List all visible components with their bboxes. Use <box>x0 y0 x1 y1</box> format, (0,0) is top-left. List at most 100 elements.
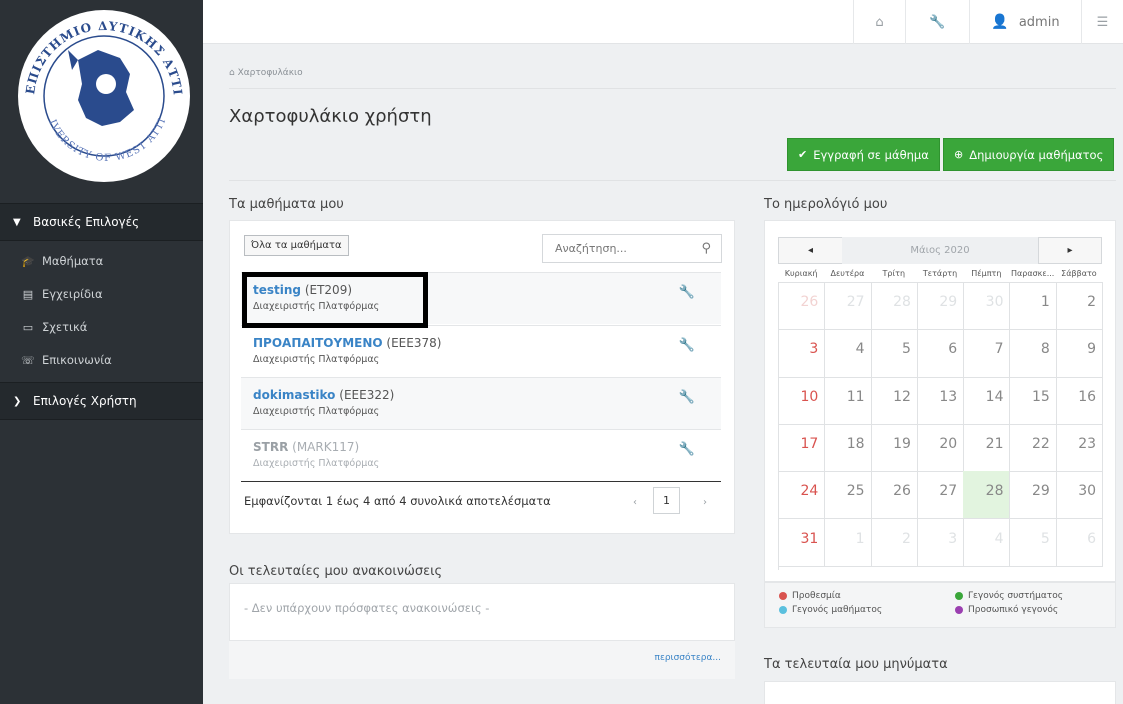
calendar-day-cell[interactable]: 19 <box>870 423 918 473</box>
weekday-label: Σάββατο <box>1061 269 1097 278</box>
graduation-cap-icon: 🎓 <box>21 254 35 268</box>
calendar-day-cell[interactable]: 30 <box>963 282 1011 331</box>
calendar-next-button[interactable]: ▸ <box>1038 237 1102 264</box>
calendar-day-cell[interactable]: 17 <box>778 423 826 473</box>
sidebar-item-manuals[interactable]: ▤ Εγχειρίδια <box>0 278 203 310</box>
user-menu[interactable]: 👤 admin <box>969 0 1081 44</box>
weekday-label: Πέμπτη <box>971 269 1002 278</box>
calendar-day-cell[interactable]: 25 <box>824 471 872 520</box>
all-courses-button[interactable]: Όλα τα μαθήματα <box>244 235 349 256</box>
results-info: Εμφανίζονται 1 έως 4 από 4 συνολικά αποτ… <box>244 494 551 508</box>
wrench-icon[interactable]: 🔧 <box>679 338 695 353</box>
wrench-icon: 🔧 <box>929 14 946 30</box>
calendar-day-cell[interactable]: 27 <box>824 282 872 331</box>
calendar-day-cell[interactable]: 3 <box>778 329 826 378</box>
sidebar: ΠΑΝΕΠΙΣΤΗΜΙΟ ΔΥΤΙΚΗΣ ΑΤΤΙΚΗΣ UNIVERSITY … <box>0 0 203 704</box>
calendar-day-cell[interactable]: 14 <box>963 376 1011 425</box>
calendar-day-cell[interactable]: 16 <box>1055 376 1104 425</box>
sidebar-item-courses[interactable]: 🎓 Μαθήματα <box>0 245 203 277</box>
calendar-day-cell[interactable]: 13 <box>916 376 965 425</box>
wrench-icon[interactable]: 🔧 <box>679 442 695 457</box>
calendar-day-cell[interactable]: 5 <box>1009 518 1057 567</box>
course-code: (MARK117) <box>292 440 360 454</box>
calendar-day-cell[interactable]: 3 <box>916 518 965 567</box>
pager-page-1[interactable]: 1 <box>653 487 680 514</box>
check-icon: ✔ <box>798 148 808 161</box>
sidebar-item-about[interactable]: ▭ Σχετικά <box>0 311 203 343</box>
calendar-day-cell[interactable]: 4 <box>824 329 872 378</box>
home-icon: ⌂ <box>229 68 238 78</box>
create-course-label: Δημιουργία μαθήματος <box>969 147 1104 162</box>
divider <box>229 180 1116 181</box>
course-row[interactable]: dokimastiko (EEE322) Διαχειριστής Πλατφό… <box>241 377 721 429</box>
calendar-day-cell[interactable]: 15 <box>1009 376 1057 425</box>
legend-dot-system <box>955 592 963 600</box>
calendar-day-cell[interactable]: 10 <box>778 376 826 425</box>
calendar-day-cell[interactable]: 6 <box>1055 518 1104 567</box>
sidebar-item-contact[interactable]: ☏ Επικοινωνία <box>0 344 203 376</box>
legend-dot-personal <box>955 606 963 614</box>
breadcrumb[interactable]: ⌂ Χαρτοφυλάκιο <box>229 68 303 78</box>
announcements-title: Οι τελευταίες μου ανακοινώσεις <box>229 564 443 579</box>
weekday-label: Τετάρτη <box>922 269 958 278</box>
course-name[interactable]: ΠΡΟΑΠΑΙΤΟΥΜΕΝΟ <box>253 336 383 350</box>
calendar-day-cell[interactable]: 28 <box>870 282 918 331</box>
calendar-day-cell[interactable]: 12 <box>870 376 918 425</box>
calendar-day-cell[interactable]: 23 <box>1055 423 1104 473</box>
home-icon: ⌂ <box>875 14 884 30</box>
calendar-prev-button[interactable]: ◂ <box>778 237 843 264</box>
calendar-day-cell[interactable]: 2 <box>870 518 918 567</box>
legend-dot-deadline <box>779 592 787 600</box>
legend-dot-course <box>779 606 787 614</box>
calendar-day-cell[interactable]: 28 <box>963 471 1011 520</box>
calendar-day-cell[interactable]: 22 <box>1009 423 1057 473</box>
calendar-day-cell[interactable]: 20 <box>916 423 965 473</box>
sliders-icon: ☰ <box>1096 14 1109 30</box>
phone-icon: ☏ <box>21 353 35 367</box>
calendar-day-cell[interactable]: 7 <box>963 329 1011 378</box>
search-input[interactable]: Αναζήτηση... ⚲ <box>542 234 722 263</box>
course-row[interactable]: ΠΡΟΑΠΑΙΤΟΥΜΕΝΟ (EEE378) Διαχειριστής Πλα… <box>241 325 721 377</box>
menu-heading-basic[interactable]: ▼ Βασικές Επιλογές <box>0 203 203 241</box>
home-button[interactable]: ⌂ <box>853 0 905 44</box>
calendar-day-cell[interactable]: 26 <box>870 471 918 520</box>
course-name[interactable]: dokimastiko <box>253 388 335 402</box>
calendar-day-cell[interactable]: 26 <box>778 282 826 331</box>
wrench-icon[interactable]: 🔧 <box>679 390 695 405</box>
tools-button[interactable]: 🔧 <box>905 0 969 44</box>
calendar-day-cell[interactable]: 1 <box>1009 282 1057 331</box>
calendar-day-cell[interactable]: 8 <box>1009 329 1057 378</box>
wrench-icon[interactable]: 🔧 <box>679 285 695 300</box>
calendar-day-cell[interactable]: 4 <box>963 518 1011 567</box>
calendar-day-cell[interactable]: 18 <box>824 423 872 473</box>
more-link[interactable]: περισσότερα... <box>655 653 721 663</box>
calendar-day-cell[interactable]: 29 <box>916 282 965 331</box>
calendar-day-cell[interactable]: 11 <box>824 376 872 425</box>
pager-prev-button[interactable]: ‹ <box>633 497 637 508</box>
calendar-day-cell[interactable]: 27 <box>916 471 965 520</box>
settings-button[interactable]: ☰ <box>1081 0 1123 44</box>
pager-next-button[interactable]: › <box>703 497 707 508</box>
calendar-day-cell[interactable]: 5 <box>870 329 918 378</box>
messages-title: Τα τελευταία μου μηνύματα <box>764 657 948 672</box>
course-name[interactable]: STRR <box>253 440 288 454</box>
calendar-day-cell[interactable]: 29 <box>1009 471 1057 520</box>
legend-item: Προσωπικό γεγονός <box>955 605 1058 615</box>
calendar-day-cell[interactable]: 21 <box>963 423 1011 473</box>
calendar-day-cell[interactable]: 6 <box>916 329 965 378</box>
create-course-button[interactable]: ⊕ Δημιουργία μαθήματος <box>943 138 1115 171</box>
calendar-day-cell[interactable]: 31 <box>778 518 826 567</box>
calendar-day-cell[interactable]: 2 <box>1055 282 1104 331</box>
menu-heading-user[interactable]: ❯ Επιλογές Χρήστη <box>0 382 203 420</box>
calendar-day-cell[interactable]: 1 <box>824 518 872 567</box>
calendar-day-cell[interactable]: 24 <box>778 471 826 520</box>
calendar-title: Το ημερολόγιό μου <box>764 197 888 212</box>
menu-heading-label: Βασικές Επιλογές <box>33 215 140 229</box>
legend-item: Γεγονός συστήματος <box>955 591 1063 601</box>
course-row[interactable]: STRR (MARK117) Διαχειριστής Πλατφόρμας 🔧 <box>241 429 721 481</box>
university-logo[interactable]: ΠΑΝΕΠΙΣΤΗΜΙΟ ΔΥΤΙΚΗΣ ΑΤΤΙΚΗΣ UNIVERSITY … <box>0 0 203 195</box>
enroll-course-button[interactable]: ✔ Εγγραφή σε μάθημα <box>787 138 940 171</box>
logo-emblem-icon: ΠΑΝΕΠΙΣΤΗΜΙΟ ΔΥΤΙΚΗΣ ΑΤΤΙΚΗΣ UNIVERSITY … <box>8 0 190 182</box>
calendar-day-cell[interactable]: 30 <box>1055 471 1104 520</box>
calendar-day-cell[interactable]: 9 <box>1055 329 1104 378</box>
